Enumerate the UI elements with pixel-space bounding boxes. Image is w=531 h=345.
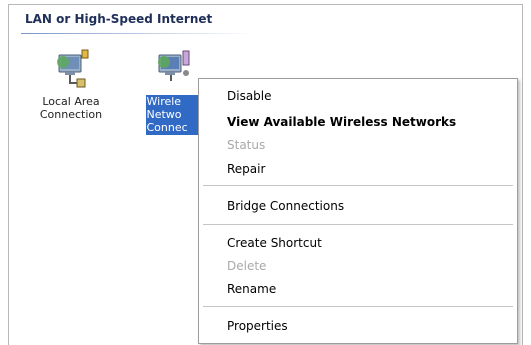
wireless-connection-icon — [158, 50, 190, 81]
wireless-network-connection[interactable]: Wirele Netwo Connec — [143, 47, 203, 138]
menu-item-properties[interactable]: Properties — [227, 316, 288, 336]
group-header-rule — [21, 33, 256, 34]
context-menu: Disable View Available Wireless Networks… — [198, 78, 518, 344]
menu-item-bridge-connections[interactable]: Bridge Connections — [227, 196, 344, 216]
menu-separator — [203, 306, 513, 307]
local-area-label-line2: Connection — [39, 108, 103, 121]
menu-item-delete[interactable]: Delete — [227, 256, 266, 276]
local-area-label-line1: Local Area — [42, 95, 100, 108]
menu-separator — [203, 185, 513, 186]
menu-item-repair[interactable]: Repair — [227, 159, 265, 179]
local-area-connection[interactable]: Local Area Connection — [35, 47, 107, 121]
menu-separator — [203, 224, 513, 225]
menu-item-disable[interactable]: Disable — [227, 86, 272, 106]
wireless-label-line1: Wirele — [146, 95, 182, 108]
lan-connection-icon — [57, 49, 89, 88]
wireless-label-line2: Netwo — [146, 108, 182, 121]
menu-item-rename[interactable]: Rename — [227, 279, 276, 299]
wireless-label-line3: Connec — [146, 121, 188, 134]
menu-item-status[interactable]: Status — [227, 135, 265, 155]
menu-item-create-shortcut[interactable]: Create Shortcut — [227, 233, 322, 253]
group-header-lan: LAN or High-Speed Internet — [25, 12, 213, 26]
menu-item-view-available-wireless-networks[interactable]: View Available Wireless Networks — [227, 112, 456, 132]
